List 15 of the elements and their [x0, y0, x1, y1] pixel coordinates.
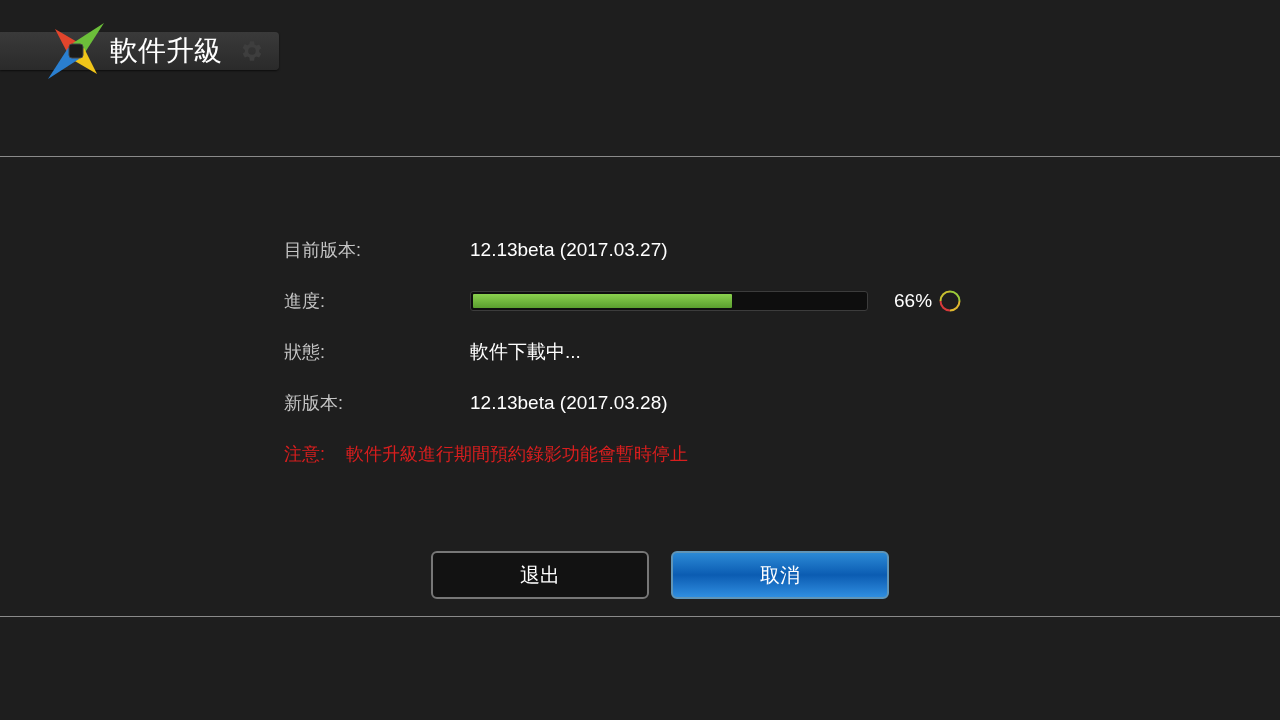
field-label: 新版本: — [284, 393, 344, 412]
field-value: 12.13beta (2017.03.28) — [470, 393, 668, 412]
dialog-button[interactable]: 取消 — [671, 551, 889, 599]
notice-label: 注意: — [284, 444, 326, 463]
notice-text: 軟件升級進行期間預約錄影功能會暫時停止 — [346, 444, 688, 463]
field-value: 12.13beta (2017.03.27) — [470, 240, 668, 259]
field-label: 目前版本: — [284, 240, 362, 259]
field-label: 狀態: — [284, 342, 326, 361]
dialog-button[interactable]: 退出 — [431, 551, 649, 599]
pinwheel-logo-icon — [48, 23, 104, 79]
page-title: 軟件升級 — [110, 37, 222, 65]
progress-percent: 66% — [894, 291, 933, 310]
field-label: 進度: — [284, 291, 326, 310]
field-value: 軟件下載中... — [470, 342, 581, 361]
loading-ring-icon — [939, 289, 962, 312]
